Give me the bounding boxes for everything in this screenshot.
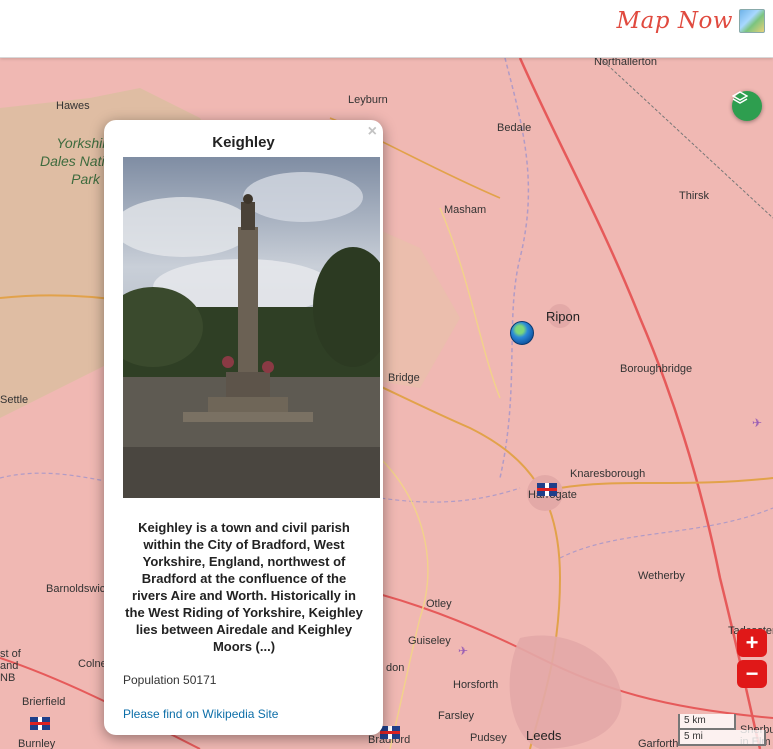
uk-flag-marker-icon[interactable] bbox=[30, 717, 50, 730]
brand-title[interactable]: Map Now bbox=[617, 8, 733, 34]
place-label: Wetherby bbox=[638, 570, 685, 582]
popup-description: Keighley is a town and civil parish with… bbox=[125, 520, 363, 654]
layers-icon bbox=[732, 91, 748, 104]
place-label: Guiseley bbox=[408, 635, 451, 647]
uk-flag-marker-icon[interactable] bbox=[380, 726, 400, 739]
brand[interactable]: Map Now bbox=[617, 8, 765, 34]
uk-flag-marker-icon[interactable] bbox=[537, 483, 557, 496]
header-bar: Map Now bbox=[0, 0, 773, 58]
zoom-in-button[interactable]: + bbox=[737, 629, 767, 657]
place-label: Northallerton bbox=[594, 58, 657, 68]
scale-mi: 5 mi bbox=[678, 730, 766, 746]
place-label: Leeds bbox=[526, 728, 562, 743]
place-label: Brierfield bbox=[22, 696, 66, 708]
place-label: don bbox=[386, 662, 405, 674]
keighley-photo bbox=[123, 157, 380, 498]
scale-km: 5 km bbox=[678, 714, 736, 730]
place-label: Barnoldswic bbox=[46, 583, 106, 595]
place-label: and bbox=[0, 660, 19, 672]
popup-population: Population 50171 bbox=[123, 673, 217, 687]
airport-icon: ✈ bbox=[458, 644, 469, 658]
airport-icon: ✈ bbox=[752, 416, 763, 430]
globe-marker-icon[interactable] bbox=[510, 321, 534, 345]
place-label: Bridge bbox=[388, 372, 420, 384]
place-label: Thirsk bbox=[679, 190, 709, 202]
place-label: Pudsey bbox=[470, 732, 507, 744]
wikipedia-link[interactable]: Please find on Wikipedia Site bbox=[123, 707, 278, 721]
place-label: Horsforth bbox=[453, 679, 499, 691]
place-label: st of bbox=[0, 648, 21, 660]
layers-button[interactable] bbox=[732, 91, 762, 121]
place-label: Farsley bbox=[438, 710, 475, 722]
map-logo-icon[interactable] bbox=[739, 9, 765, 33]
place-label: Settle bbox=[0, 394, 29, 406]
place-label: Garforth bbox=[638, 738, 679, 749]
popup-title: Keighley bbox=[212, 134, 275, 151]
zoom-out-button[interactable]: − bbox=[737, 660, 767, 688]
place-label: Hawes bbox=[56, 100, 90, 112]
place-label: Knaresborough bbox=[570, 468, 646, 480]
place-label: Colne bbox=[78, 658, 107, 670]
place-label: Burnley bbox=[18, 738, 56, 749]
place-label: Bedale bbox=[497, 122, 532, 134]
place-label: Otley bbox=[426, 598, 452, 610]
place-label: Boroughbridge bbox=[620, 363, 693, 375]
place-popup: × Keighley Keighley is a town and civil … bbox=[104, 120, 383, 735]
place-label: Leyburn bbox=[348, 94, 388, 106]
place-label: NB bbox=[0, 672, 16, 684]
place-label: Masham bbox=[444, 204, 487, 216]
war-memorial-image bbox=[123, 157, 380, 498]
place-label: Ripon bbox=[546, 309, 580, 324]
